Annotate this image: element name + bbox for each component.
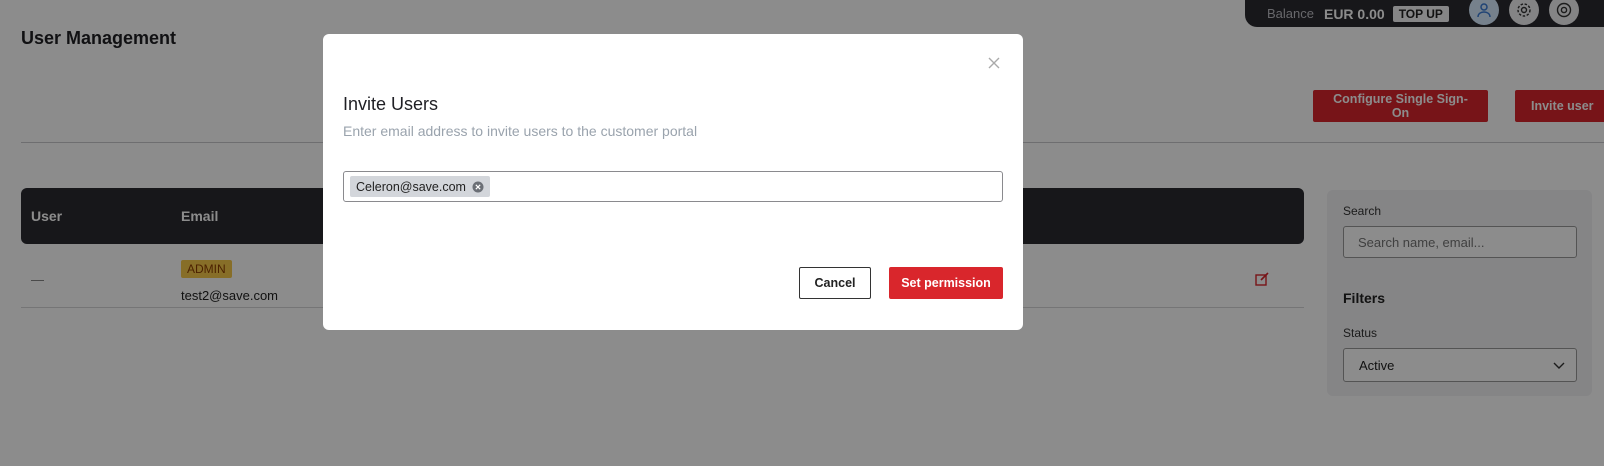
set-permission-button[interactable]: Set permission [889, 267, 1003, 299]
email-chip-input[interactable]: Celeron@save.com [343, 171, 1003, 202]
modal-subtitle: Enter email address to invite users to t… [343, 123, 698, 139]
email-chip-label: Celeron@save.com [356, 179, 466, 194]
invite-users-modal: Invite Users Enter email address to invi… [323, 34, 1023, 330]
remove-chip-icon[interactable] [472, 181, 484, 193]
close-icon[interactable] [987, 56, 1001, 70]
cancel-button[interactable]: Cancel [799, 267, 871, 299]
email-chip: Celeron@save.com [350, 176, 490, 197]
modal-title: Invite Users [343, 94, 439, 114]
